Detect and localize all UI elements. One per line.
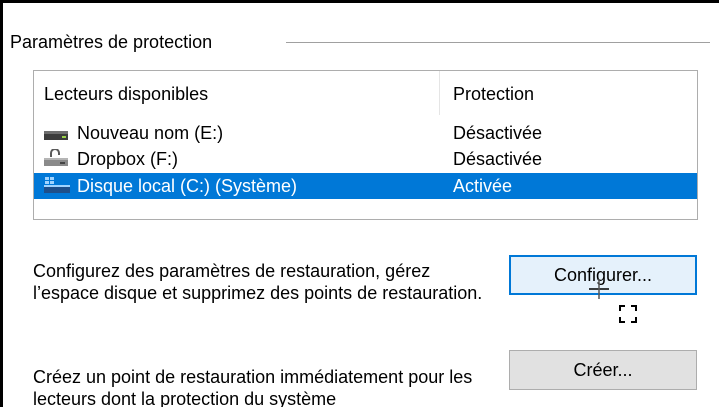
column-header-protection[interactable]: Protection bbox=[453, 83, 534, 105]
column-header-drives[interactable]: Lecteurs disponibles bbox=[44, 83, 208, 105]
cursor-icon bbox=[588, 278, 610, 300]
list-item-drive-e[interactable]: Nouveau nom (E:) Désactivée bbox=[34, 120, 697, 146]
removable-drive-icon bbox=[42, 123, 72, 143]
group-title: Paramètres de protection bbox=[10, 32, 213, 52]
list-item-drive-f[interactable]: Dropbox (F:) Désactivée bbox=[34, 146, 697, 172]
drive-name: Disque local (C:) (Système) bbox=[77, 176, 298, 196]
drag-selection-box-icon bbox=[619, 305, 637, 323]
network-drive-icon bbox=[42, 148, 72, 169]
list-header: Lecteurs disponibles Protection bbox=[34, 71, 697, 115]
system-protection-panel: Paramètres de protection Lecteurs dispon… bbox=[0, 0, 719, 407]
column-separator[interactable] bbox=[439, 71, 440, 115]
create-button[interactable]: Créer... bbox=[509, 350, 697, 390]
available-drives-list[interactable]: Lecteurs disponibles Protection Nouveau … bbox=[33, 70, 698, 220]
drive-name: Dropbox (F:) bbox=[77, 149, 179, 169]
drive-protection-status: Désactivée bbox=[453, 123, 543, 143]
group-divider bbox=[286, 42, 710, 43]
configure-description: Configurez des paramètres de restauratio… bbox=[33, 261, 483, 303]
list-item-drive-c[interactable]: Disque local (C:) (Système) Activée bbox=[34, 173, 697, 199]
drive-protection-status: Désactivée bbox=[453, 149, 543, 169]
drive-protection-status: Activée bbox=[453, 176, 513, 196]
create-description: Créez un point de restauration immédiate… bbox=[33, 367, 473, 407]
system-drive-icon bbox=[42, 176, 72, 196]
window-edge-left bbox=[0, 0, 3, 407]
window-edge-top bbox=[0, 0, 719, 3]
drive-name: Nouveau nom (E:) bbox=[77, 123, 224, 143]
